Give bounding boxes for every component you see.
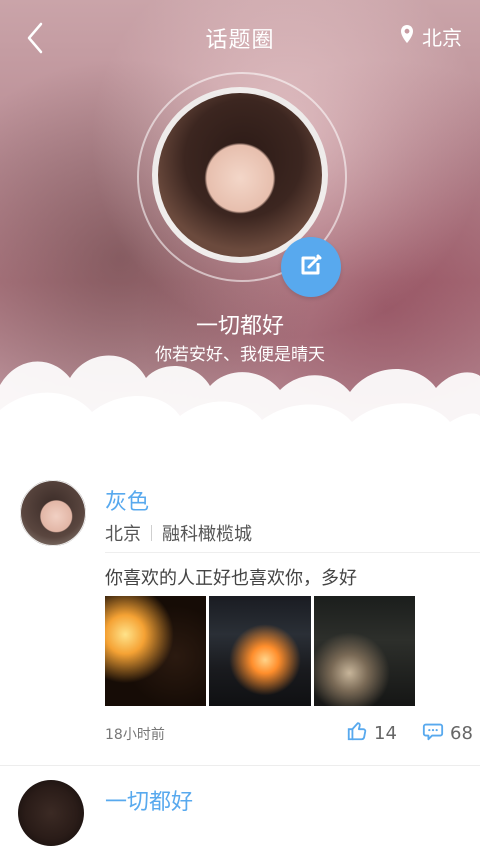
edit-profile-button[interactable] [281,237,341,297]
post-author-name[interactable]: 一切都好 [105,784,193,816]
location-separator [151,525,152,541]
comment-bubble-icon [422,720,444,747]
location-label: 北京 [422,26,462,50]
post-author-name[interactable]: 灰色 [105,484,149,516]
post-city: 北京 [105,524,141,545]
edit-icon [297,251,325,283]
like-count: 14 [374,723,397,744]
post-photo[interactable] [313,596,415,706]
topic-feed: 灰色 北京 融科橄榄城 你喜欢的人正好也喜欢你，多好 18小时前 14 68 一… [0,470,480,846]
like-button[interactable]: 14 [346,720,397,747]
profile-avatar[interactable] [152,87,328,263]
top-bar: 话题圈 北京 [0,0,480,80]
post-avatar[interactable] [18,780,84,846]
thumbs-up-icon [346,720,368,747]
post-place: 融科橄榄城 [162,524,252,545]
feed-post: 一切都好 [0,766,480,846]
post-time: 18小时前 [105,727,165,743]
profile-header: 话题圈 北京 一切都好 你若安好、我便是晴天 [0,0,480,470]
post-photo[interactable] [209,596,311,706]
location-selector[interactable]: 北京 [400,22,462,51]
post-text: 你喜欢的人正好也喜欢你，多好 [105,568,357,589]
location-pin-icon [400,24,414,49]
comment-count: 68 [450,723,473,744]
post-photo-grid [105,596,415,706]
post-divider [105,552,480,553]
feed-post: 灰色 北京 融科橄榄城 你喜欢的人正好也喜欢你，多好 18小时前 14 68 [0,470,480,766]
comment-button[interactable]: 68 [422,720,473,747]
post-location: 北京 融科橄榄城 [105,520,252,546]
post-photo[interactable] [105,596,207,706]
cloud-decoration [0,355,480,470]
post-avatar[interactable] [18,478,88,548]
